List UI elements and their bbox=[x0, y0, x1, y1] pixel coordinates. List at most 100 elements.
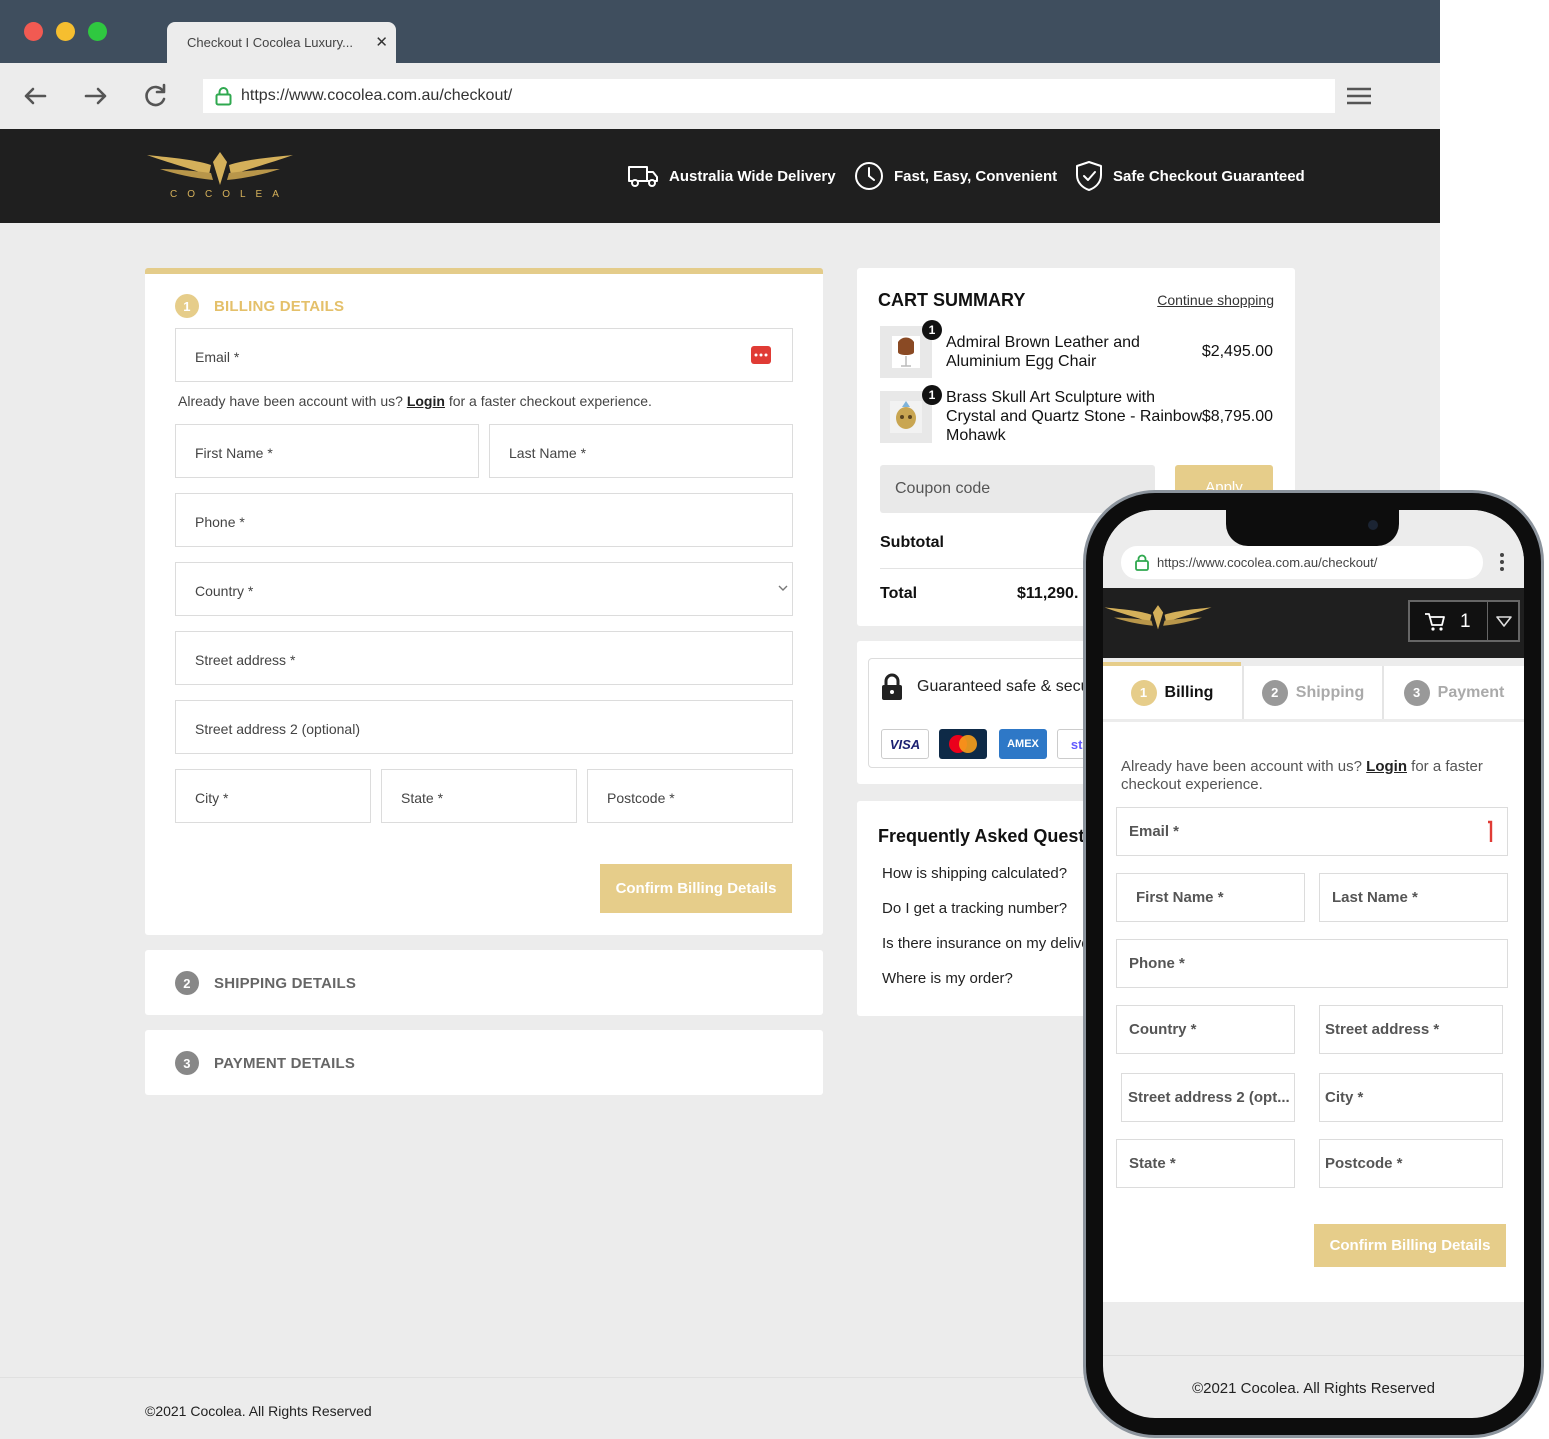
mobile-footer-divider bbox=[1103, 1355, 1524, 1356]
first-name-field[interactable]: First Name * bbox=[175, 424, 479, 478]
feature-delivery-label: Australia Wide Delivery bbox=[669, 167, 836, 185]
phone-field[interactable]: Phone * bbox=[175, 493, 793, 547]
back-arrow-icon[interactable] bbox=[20, 81, 50, 111]
clock-icon bbox=[855, 162, 883, 190]
login-link[interactable]: Login bbox=[407, 393, 445, 409]
total-value: $11,290. bbox=[1017, 585, 1079, 602]
item-quantity-badge: 1 bbox=[922, 320, 942, 340]
street-address-label: Street address * bbox=[195, 652, 296, 668]
mobile-last-name-field[interactable]: Last Name * bbox=[1319, 873, 1508, 922]
phone-label: Phone * bbox=[195, 514, 245, 530]
payment-step-number: 3 bbox=[175, 1051, 199, 1075]
mastercard-icon bbox=[939, 729, 987, 759]
mobile-confirm-billing-button[interactable]: Confirm Billing Details bbox=[1314, 1224, 1506, 1267]
mobile-step-tabs: 1 Billing 2 Shipping 3 Payment bbox=[1103, 662, 1524, 719]
mobile-state-field[interactable]: State * bbox=[1116, 1139, 1295, 1188]
forward-arrow-icon[interactable] bbox=[81, 81, 111, 111]
payment-step-header[interactable]: 3 PAYMENT DETAILS bbox=[175, 1051, 355, 1075]
cart-item-price: $8,795.00 bbox=[1201, 408, 1273, 425]
browser-titlebar: Checkout I Cocolea Luxury... ✕ bbox=[0, 0, 1440, 63]
city-label: City * bbox=[195, 790, 229, 806]
kebab-menu-icon[interactable] bbox=[1500, 552, 1504, 572]
last-name-field[interactable]: Last Name * bbox=[489, 424, 793, 478]
mobile-address-bar[interactable]: https://www.cocolea.com.au/checkout/ bbox=[1121, 546, 1483, 579]
visa-card-icon: VISA bbox=[881, 729, 929, 759]
reload-icon[interactable] bbox=[140, 81, 170, 111]
faq-title: Frequently Asked Questic bbox=[878, 826, 1100, 846]
mobile-site-header: 1 bbox=[1103, 588, 1524, 658]
payment-details-section[interactable]: 3 PAYMENT DETAILS bbox=[145, 1030, 823, 1095]
secure-payment-text: Guaranteed safe & secu bbox=[917, 678, 1090, 695]
email-field[interactable]: Email * bbox=[175, 328, 793, 382]
billing-step-header[interactable]: 1 BILLING DETAILS bbox=[175, 294, 344, 318]
password-manager-icon[interactable] bbox=[1487, 820, 1493, 844]
front-camera bbox=[1368, 520, 1378, 530]
mobile-phone-field[interactable]: Phone * bbox=[1116, 939, 1508, 988]
helper-text-pre: Already have been account with us? bbox=[178, 393, 403, 409]
mobile-login-link[interactable]: Login bbox=[1366, 758, 1407, 775]
cocolea-logo[interactable]: COCOLEA bbox=[145, 147, 295, 209]
mobile-login-helper: Already have been account with us? Login… bbox=[1121, 758, 1506, 794]
street-address-2-field[interactable]: Street address 2 (optional) bbox=[175, 700, 793, 754]
payment-step-title: PAYMENT DETAILS bbox=[214, 1054, 356, 1072]
shipping-step-title: SHIPPING DETAILS bbox=[214, 974, 357, 992]
helper-text-pre: Already have been account with us? bbox=[1121, 758, 1362, 775]
mobile-street-address-field[interactable]: Street address * bbox=[1319, 1005, 1503, 1054]
shipping-step-number: 2 bbox=[175, 971, 199, 995]
coupon-placeholder: Coupon code bbox=[895, 480, 991, 497]
maximize-window-button[interactable] bbox=[88, 22, 107, 41]
street-address-field[interactable]: Street address * bbox=[175, 631, 793, 685]
faq-question[interactable]: Where is my order? bbox=[882, 970, 1013, 987]
mobile-email-field[interactable]: Email * bbox=[1116, 807, 1508, 856]
mobile-state-label: State * bbox=[1129, 1155, 1176, 1172]
cart-item-name-line: Aluminium Egg Chair bbox=[946, 353, 1097, 370]
continue-shopping-link[interactable]: Continue shopping bbox=[1157, 292, 1274, 308]
tab-close-icon[interactable]: ✕ bbox=[375, 33, 388, 51]
tab-payment-number: 3 bbox=[1403, 679, 1430, 706]
faq-question[interactable]: How is shipping calculated? bbox=[882, 865, 1067, 882]
state-field[interactable]: State * bbox=[381, 769, 577, 823]
truck-icon bbox=[628, 166, 658, 187]
mobile-postcode-field[interactable]: Postcode * bbox=[1319, 1139, 1503, 1188]
state-label: State * bbox=[401, 790, 444, 806]
mobile-first-name-field[interactable]: First Name * bbox=[1116, 873, 1305, 922]
mobile-country-select[interactable]: Country * bbox=[1116, 1005, 1295, 1054]
confirm-billing-button[interactable]: Confirm Billing Details bbox=[600, 864, 792, 913]
mobile-footer-copyright: ©2021 Cocolea. All Rights Reserved bbox=[1192, 1380, 1435, 1397]
mobile-city-field[interactable]: City * bbox=[1319, 1073, 1503, 1122]
tab-payment[interactable]: 3 Payment bbox=[1384, 666, 1524, 719]
wings-logo-icon[interactable] bbox=[1103, 600, 1213, 636]
city-field[interactable]: City * bbox=[175, 769, 371, 823]
cart-item-name-line: Crystal and Quartz Stone - Rainbow bbox=[946, 408, 1203, 425]
address-bar[interactable]: https://www.cocolea.com.au/checkout/ bbox=[203, 79, 1335, 113]
shipping-details-section[interactable]: 2 SHIPPING DETAILS bbox=[145, 950, 823, 1015]
hamburger-menu-icon[interactable] bbox=[1346, 85, 1372, 107]
close-window-button[interactable] bbox=[24, 22, 43, 41]
password-manager-icon[interactable] bbox=[750, 345, 772, 365]
cart-summary-title: CART SUMMARY bbox=[878, 290, 1026, 310]
mobile-cart-button[interactable]: 1 bbox=[1408, 600, 1520, 642]
postcode-field[interactable]: Postcode * bbox=[587, 769, 793, 823]
cart-item-name-line: Admiral Brown Leather and bbox=[946, 334, 1140, 351]
cart-item-name[interactable]: Brass Skull Art Sculpture with Crystal a… bbox=[946, 388, 1202, 445]
footer-copyright: ©2021 Cocolea. All Rights Reserved bbox=[145, 1403, 372, 1419]
cart-item-name[interactable]: Admiral Brown Leather and Aluminium Egg … bbox=[946, 333, 1140, 371]
mobile-last-name-label: Last Name * bbox=[1332, 889, 1418, 906]
billing-details-section: 1 BILLING DETAILS Email * Already have b… bbox=[145, 268, 823, 935]
feature-convenient: Fast, Easy, Convenient bbox=[854, 159, 1057, 193]
mobile-billing-form: Already have been account with us? Login… bbox=[1103, 722, 1524, 1302]
tab-billing[interactable]: 1 Billing bbox=[1103, 666, 1241, 719]
country-select[interactable]: Country * bbox=[175, 562, 793, 616]
minimize-window-button[interactable] bbox=[56, 22, 75, 41]
mobile-street-address-2-label: Street address 2 (opt... bbox=[1128, 1089, 1290, 1106]
faq-question[interactable]: Is there insurance on my delive bbox=[882, 935, 1090, 952]
faq-question[interactable]: Do I get a tracking number? bbox=[882, 900, 1067, 917]
shipping-step-header[interactable]: 2 SHIPPING DETAILS bbox=[175, 971, 356, 995]
tab-shipping[interactable]: 2 Shipping bbox=[1244, 666, 1382, 719]
helper-text-post: for a faster checkout experience. bbox=[448, 393, 652, 409]
mobile-street-address-2-field[interactable]: Street address 2 (opt... bbox=[1121, 1073, 1295, 1122]
phone-notch bbox=[1226, 510, 1399, 546]
chevron-down-icon[interactable] bbox=[1496, 616, 1512, 627]
site-header: COCOLEA Australia Wide Delivery Fast, Ea… bbox=[0, 129, 1440, 223]
browser-tab[interactable]: Checkout I Cocolea Luxury... ✕ bbox=[167, 22, 396, 63]
